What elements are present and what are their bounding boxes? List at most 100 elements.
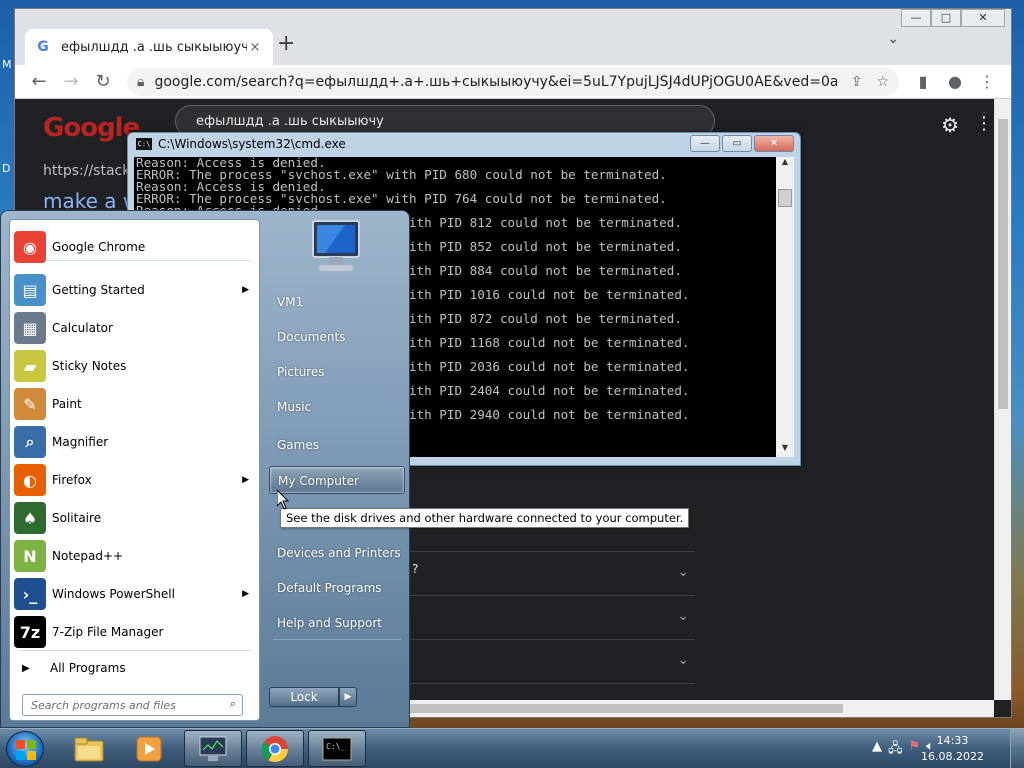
google-logo[interactable]: Google: [43, 113, 140, 143]
paint-icon: ✎: [14, 388, 46, 420]
start-program-7zip[interactable]: 7z 7-Zip File Manager: [10, 613, 261, 651]
start-menu-places: Lock ▶ VM1 Documents Pictures Music Games My …: [263, 211, 411, 729]
scroll-up-icon[interactable]: ▲: [776, 157, 794, 171]
desktop-text-d: D: [2, 162, 11, 175]
start-program-magnifier[interactable]: ⌕ Magnifier: [10, 423, 261, 461]
cmd-icon: C:\: [136, 138, 152, 150]
taskbar-media-player-button[interactable]: [120, 730, 178, 767]
start-program-paint[interactable]: ✎ Paint: [10, 385, 261, 423]
cmd-maximize-button[interactable]: ▭: [722, 135, 752, 152]
chrome-minimize-button[interactable]: —: [901, 9, 931, 27]
shutdown-options-arrow-icon[interactable]: ▶: [339, 687, 357, 707]
chevron-down-icon: ⌄: [677, 564, 689, 580]
lock-button[interactable]: Lock: [269, 687, 339, 707]
start-program-chrome[interactable]: ◉ Google Chrome: [10, 228, 261, 266]
chrome-tab[interactable]: G ефылшдд .а .шь сыкыыюучу - ×: [25, 29, 273, 65]
show-desktop-button[interactable]: [1010, 729, 1024, 768]
7zip-icon: 7z: [14, 616, 46, 648]
search-icon[interactable]: ⌕: [230, 697, 236, 711]
scrollbar-thumb[interactable]: [998, 119, 1008, 409]
submenu-arrow-icon: ▶: [242, 285, 249, 295]
start-place-help-and-support[interactable]: Help and Support: [269, 609, 405, 637]
taskbar-chrome-button[interactable]: [246, 730, 304, 767]
profile-avatar-icon[interactable]: ●: [939, 72, 971, 91]
new-tab-button[interactable]: +: [277, 31, 295, 56]
start-button[interactable]: [6, 731, 44, 767]
bookmark-star-icon[interactable]: ☆: [876, 74, 889, 90]
taskbar-clock[interactable]: 14:33 16.08.2022: [921, 733, 984, 765]
cmd-icon: C:\_: [322, 737, 352, 760]
action-center-flag-icon[interactable]: ⚑: [909, 739, 921, 761]
cmd-minimize-button[interactable]: —: [690, 135, 720, 152]
powershell-icon: ›_: [14, 578, 46, 610]
start-program-label: Google Chrome: [52, 240, 146, 254]
chrome-menu-icon[interactable]: ⋮: [971, 72, 1003, 91]
google-apps-menu-icon[interactable]: ⋮: [975, 113, 993, 134]
computer-icon: [312, 220, 360, 271]
tab-close-icon[interactable]: ×: [247, 40, 263, 55]
chrome-maximize-button[interactable]: □: [931, 9, 961, 27]
start-program-notepadpp[interactable]: N Notepad++: [10, 537, 261, 575]
start-program-calculator[interactable]: ▦ Calculator: [10, 309, 261, 347]
faq-item[interactable]: ⌄: [410, 639, 695, 683]
taskbar-cmd-button[interactable]: C:\_: [308, 730, 366, 767]
scroll-down-icon[interactable]: ▼: [776, 443, 794, 457]
reload-icon[interactable]: ↻: [87, 71, 119, 92]
chevron-down-icon: ⌄: [677, 652, 689, 668]
google-favicon-icon: G: [37, 39, 49, 55]
settings-gear-icon[interactable]: ⚙: [941, 113, 959, 137]
start-program-powershell[interactable]: ›_ Windows PowerShell ▶: [10, 575, 261, 613]
my-computer-tooltip: See the disk drives and other hardware c…: [280, 508, 690, 528]
clock-time: 14:33: [936, 734, 969, 747]
start-place-default-programs[interactable]: Default Programs: [269, 574, 405, 602]
faq-item[interactable]: ? ⌄: [410, 551, 695, 595]
start-place-games[interactable]: Games: [269, 431, 405, 459]
start-place-user-vm1[interactable]: VM1: [269, 288, 405, 316]
taskbar: C:\_ ▲ 🖧︎ ⚑ 🔈︎ 14:33 16.08.2022: [0, 728, 1024, 768]
share-icon[interactable]: ⇪: [851, 74, 863, 90]
faq-item[interactable]: ⌄: [410, 595, 695, 639]
scrollbar-thumb[interactable]: [778, 189, 792, 207]
divider: [273, 639, 401, 640]
forward-arrow-icon[interactable]: →: [55, 71, 87, 92]
start-place-devices-and-printers[interactable]: Devices and Printers: [269, 539, 405, 567]
submenu-arrow-icon: ▶: [242, 589, 249, 599]
cmd-scrollbar[interactable]: ▲ ▼: [776, 157, 794, 457]
start-place-pictures[interactable]: Pictures: [269, 358, 405, 386]
all-programs-button[interactable]: ▶ All Programs: [10, 653, 261, 683]
show-hidden-icons-icon[interactable]: ▲: [872, 739, 882, 761]
all-programs-label: All Programs: [50, 661, 126, 675]
network-icon[interactable]: 🖧︎: [888, 739, 903, 761]
taskbar-task-manager-button[interactable]: [184, 730, 242, 767]
address-bar[interactable]: 🔒︎ google.com/search?q=ефылшдд+.а+.шь+сы…: [127, 67, 899, 96]
start-program-label: Windows PowerShell: [52, 587, 175, 601]
submenu-arrow-icon: ▶: [242, 475, 249, 485]
windows-logo-icon: [16, 740, 36, 760]
address-url[interactable]: google.com/search?q=ефылшдд+.а+.шь+сыкыы…: [154, 74, 836, 90]
desktop-text-m: M: [2, 58, 12, 71]
start-place-documents[interactable]: Documents: [269, 323, 405, 351]
start-search-input[interactable]: Search programs and files ⌕: [22, 694, 243, 716]
start-place-music[interactable]: Music: [269, 393, 405, 421]
side-panel-icon[interactable]: ▮: [907, 72, 939, 91]
taskbar-explorer-button[interactable]: [60, 730, 118, 767]
back-arrow-icon[interactable]: ←: [23, 71, 55, 92]
start-place-my-computer[interactable]: My Computer: [269, 466, 405, 494]
start-program-getting-started[interactable]: ▤ Getting Started ▶: [10, 271, 261, 309]
chrome-vertical-scrollbar[interactable]: [994, 99, 1011, 700]
start-program-sticky-notes[interactable]: ▰ Sticky Notes: [10, 347, 261, 385]
chrome-close-button[interactable]: ✕: [961, 9, 1005, 27]
solitaire-icon: ♠: [14, 502, 46, 534]
result-url: https://stackc: [43, 163, 139, 179]
faq-partial-text: ?: [412, 562, 419, 576]
getting-started-icon: ▤: [14, 274, 46, 306]
tab-search-chevron-icon[interactable]: ⌄: [887, 31, 899, 47]
chevron-down-icon: ⌄: [677, 608, 689, 624]
start-program-firefox[interactable]: ◐ Firefox ▶: [10, 461, 261, 499]
start-program-solitaire[interactable]: ♠ Solitaire: [10, 499, 261, 537]
cmd-close-button[interactable]: ✕: [754, 135, 794, 152]
start-menu: ▶ All Programs Search programs and files…: [0, 210, 410, 728]
firefox-icon: ◐: [14, 464, 46, 496]
cmd-window-controls: — ▭ ✕: [690, 135, 794, 152]
chrome-tab-bar: G ефылшдд .а .шь сыкыыюучу - × + ⌄ — □ ✕: [15, 9, 1011, 65]
